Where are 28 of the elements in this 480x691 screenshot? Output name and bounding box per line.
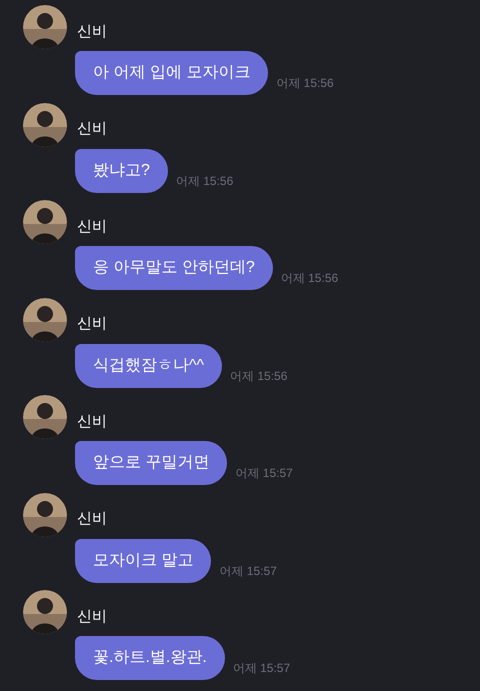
timestamp: 어제 15:56 <box>276 75 334 92</box>
avatar <box>23 200 67 244</box>
message-bubble: 모자이크 말고 <box>75 538 212 582</box>
avatar <box>23 395 67 439</box>
sender-name: 신비 <box>77 606 107 626</box>
timestamp: 어제 15:56 <box>176 172 234 190</box>
avatar <box>23 590 67 634</box>
sender-name: 신비 <box>77 314 107 334</box>
message-bubble: 응 아무말도 안하던데? <box>75 246 273 290</box>
timestamp: 어제 15:57 <box>219 562 277 580</box>
sender-name: 신비 <box>77 509 107 529</box>
sender-name: 신비 <box>77 119 107 139</box>
message-bubble: 앞으로 꾸밀거면 <box>75 441 228 485</box>
timestamp: 어제 15:56 <box>230 368 288 384</box>
message-bubble: 아 어제 입에 모자이크 <box>75 51 268 95</box>
avatar <box>23 102 67 146</box>
sender-name: 신비 <box>77 22 107 42</box>
message-bubble: 꽃.하트.별.왕관. <box>75 636 225 680</box>
message-bubble: 봤냐고? <box>75 148 168 192</box>
timestamp: 어제 15:56 <box>280 270 338 287</box>
timestamp: 어제 15:57 <box>232 660 290 677</box>
avatar <box>23 298 67 342</box>
avatar <box>23 5 67 49</box>
sender-name: 신비 <box>77 216 107 236</box>
message-bubble: 식겁했잠ㅎ나^^ <box>75 344 222 388</box>
avatar <box>23 492 67 536</box>
timestamp: 어제 15:57 <box>235 465 293 482</box>
sender-name: 신비 <box>77 412 107 432</box>
